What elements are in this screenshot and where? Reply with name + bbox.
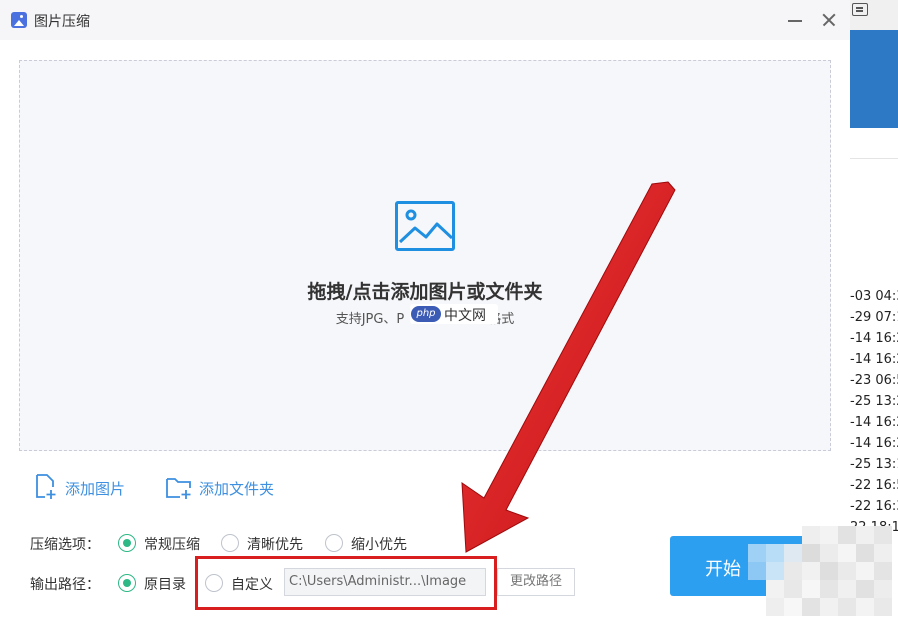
- background-toolbar: [850, 0, 898, 30]
- radio-normal-compress[interactable]: [118, 534, 136, 552]
- add-image-button[interactable]: 添加图片: [32, 474, 132, 502]
- add-folder-icon: [166, 478, 191, 499]
- radio-original-dir[interactable]: [118, 574, 136, 592]
- timestamp: -14 16:2: [850, 331, 898, 346]
- change-path-button[interactable]: 更改路径: [497, 568, 575, 596]
- radio-clarity-first-label: 清晰优先: [247, 537, 303, 553]
- drop-zone-title: 拖拽/点击添加图片或文件夹: [307, 281, 543, 303]
- timestamp: -14 16:2: [850, 352, 898, 367]
- radio-clarity-first[interactable]: [221, 534, 239, 552]
- watermark: php 中文网: [410, 304, 498, 324]
- mosaic-overlay: [748, 520, 898, 627]
- timestamp: -22 16:5: [850, 478, 898, 493]
- window-title: 图片压缩: [34, 14, 90, 30]
- timestamp: -22 16:3: [850, 499, 898, 514]
- close-icon[interactable]: [818, 9, 840, 31]
- image-icon: [395, 201, 455, 251]
- background-timestamp-list: -03 04:3 -29 07:1 -14 16:2 -14 16:2 -23 …: [850, 286, 898, 538]
- add-folder-button[interactable]: 添加文件夹: [166, 474, 286, 502]
- compression-options-label: 压缩选项：: [30, 537, 100, 553]
- timestamp: -23 06:5: [850, 373, 898, 388]
- timestamp: -25 13:1: [850, 457, 898, 472]
- add-image-label: 添加图片: [65, 480, 126, 498]
- image-app-icon: [11, 12, 27, 28]
- radio-normal-compress-label: 常规压缩: [144, 537, 200, 553]
- radio-smaller-first[interactable]: [325, 534, 343, 552]
- minimize-icon[interactable]: [784, 9, 806, 31]
- timestamp: -03 04:3: [850, 289, 898, 304]
- start-button-label: 开始: [705, 559, 741, 580]
- background-divider: [850, 158, 898, 159]
- annotation-highlight-box: [195, 556, 497, 610]
- supported-formats-text: 支持JPG、P: [335, 312, 405, 327]
- timestamp: -14 16:2: [850, 436, 898, 451]
- timestamp: -25 13:2: [850, 394, 898, 409]
- timestamp: -29 07:1: [850, 310, 898, 325]
- background-header: [850, 0, 898, 128]
- drop-zone[interactable]: 拖拽/点击添加图片或文件夹 支持JPG、P 格式 php 中文网: [19, 60, 831, 451]
- watermark-logo: php: [411, 306, 441, 322]
- watermark-text: 中文网: [444, 308, 486, 324]
- timestamp: -14 16:2: [850, 415, 898, 430]
- image-compress-dialog: 图片压缩 拖拽/点击添加图片或文件夹 支持JPG、P 格式 php 中文网 添加图…: [0, 0, 850, 627]
- add-file-icon: [36, 474, 56, 499]
- message-icon[interactable]: [852, 3, 868, 16]
- radio-smaller-first-label: 缩小优先: [351, 537, 407, 553]
- add-folder-label: 添加文件夹: [199, 480, 275, 498]
- output-path-label: 输出路径：: [30, 577, 100, 593]
- radio-original-dir-label: 原目录: [144, 577, 186, 593]
- title-bar[interactable]: 图片压缩: [0, 0, 850, 40]
